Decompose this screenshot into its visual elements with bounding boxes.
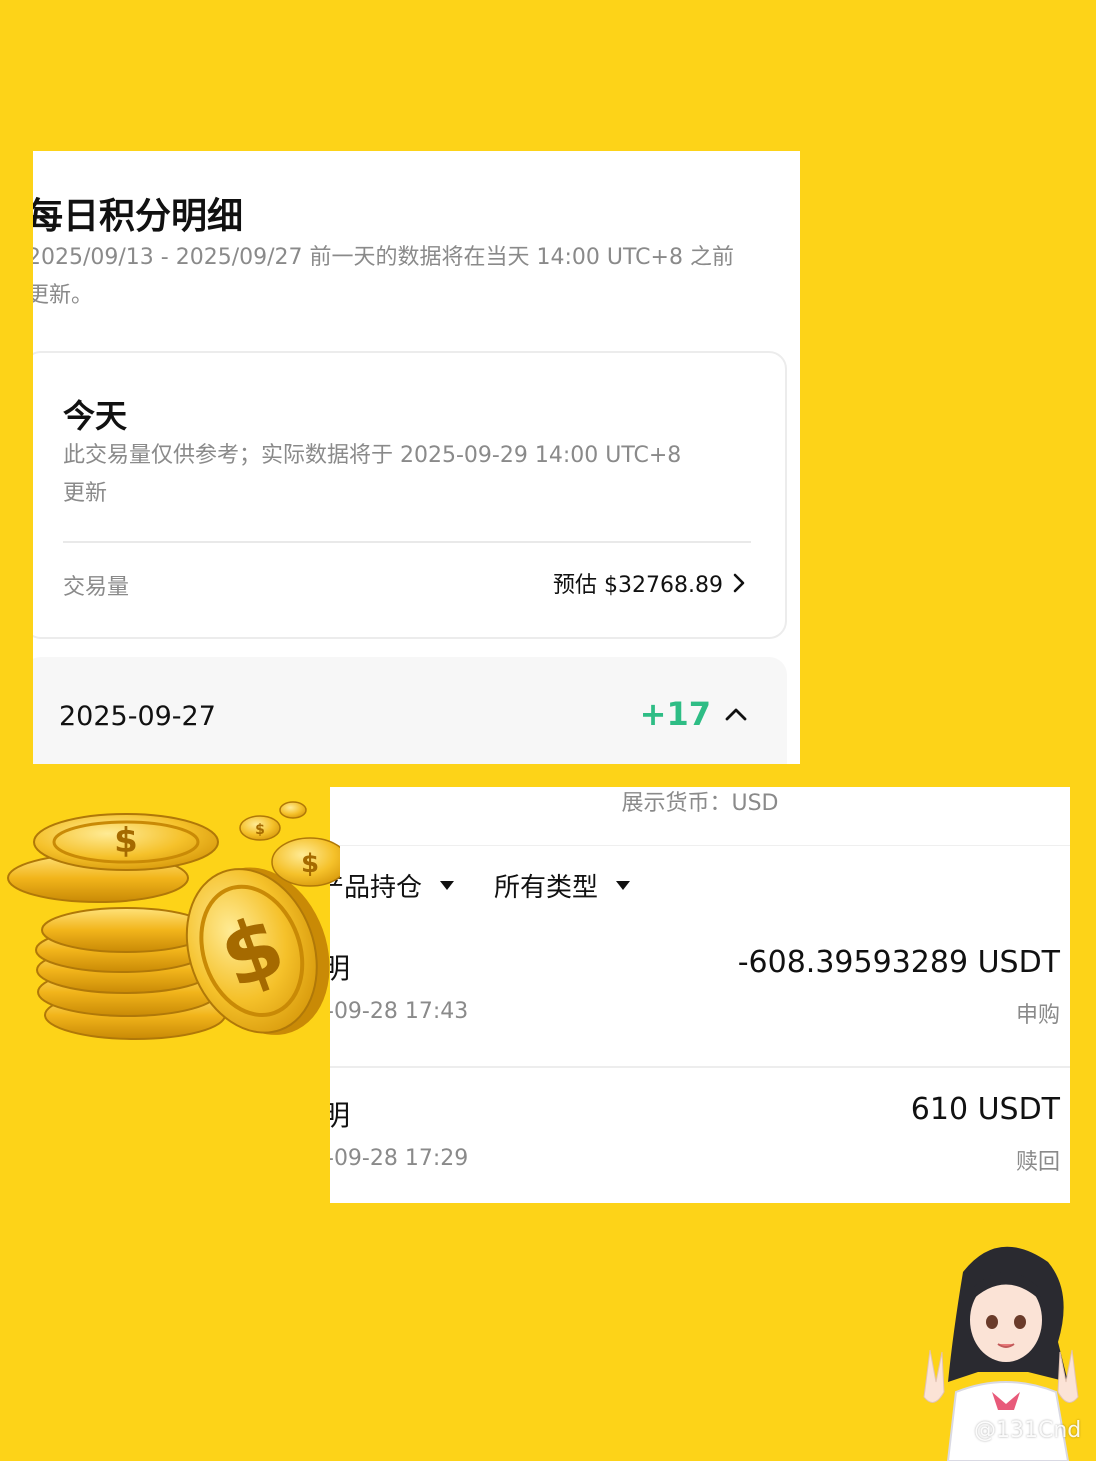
transaction-row[interactable]: 明 -09-28 17:29 610 USDT 赎回 [330,1076,1070,1203]
chevron-right-icon [733,573,745,593]
chevron-up-icon[interactable] [725,707,747,721]
divider [63,541,751,543]
today-note: 此交易量仅供参考；实际数据将于 2025-09-29 14:00 UTC+8 更… [63,437,763,513]
transactions-panel: 展示货币：USD 产品持仓 所有类型 明 -09-28 17:43 -608.3… [330,787,1070,1203]
filter-all-types[interactable]: 所有类型 [494,867,631,904]
transaction-amount: -608.39593289 USDT [737,945,1060,980]
dollar-sign-icon: $ [114,821,138,861]
transaction-title: 明 [330,1099,351,1132]
today-note-line2: 更新 [63,481,108,506]
watermark: @131Cnd [974,1418,1082,1443]
filter-product-holdings-label: 产品持仓 [330,872,423,903]
day-row-points-value: +17 [639,695,711,733]
volume-estimate-link[interactable]: 预估 $32768.89 [553,567,745,599]
day-row-collapsible[interactable]: 2025-09-27 +17 [33,657,787,764]
transaction-time: -09-28 17:43 [330,999,469,1024]
transaction-row[interactable]: 明 -09-28 17:43 -608.39593289 USDT 申购 [330,929,1070,1069]
today-card: 今天 此交易量仅供参考；实际数据将于 2025-09-29 14:00 UTC+… [33,351,787,639]
divider [330,1066,1070,1068]
date-range-note: 2025/09/13 - 2025/09/27 前一天的数据将在当天 14:00… [33,239,787,315]
filter-product-holdings[interactable]: 产品持仓 [330,867,455,904]
svg-text:$: $ [301,849,319,879]
today-title: 今天 [63,397,128,435]
caret-down-icon [616,880,631,890]
coin-stack-illustration: $ $ $ $ [7,801,340,1040]
svg-text:$: $ [255,822,265,838]
filter-row: 产品持仓 所有类型 [330,865,1070,905]
page-title: 每日积分明细 [33,196,244,237]
today-note-line1: 此交易量仅供参考；实际数据将于 2025-09-29 14:00 UTC+8 [63,443,682,468]
day-row-date: 2025-09-27 [59,701,216,732]
date-range-note-line1: 2025/09/13 - 2025/09/27 前一天的数据将在当天 14:00… [33,245,734,270]
daily-points-panel: 每日积分明细 2025/09/13 - 2025/09/27 前一天的数据将在当… [33,151,800,764]
transaction-time: -09-28 17:29 [330,1146,469,1171]
transaction-type: 赎回 [1015,1150,1060,1175]
day-row-points: +17 [640,695,747,733]
filter-all-types-label: 所有类型 [494,872,599,903]
transaction-type: 申购 [1015,1003,1060,1028]
display-currency[interactable]: 展示货币：USD [330,787,1070,846]
date-range-note-line2: 更新。 [33,283,94,308]
caret-down-icon [440,880,455,890]
volume-label: 交易量 [63,575,130,600]
transaction-amount: 610 USDT [910,1092,1060,1127]
volume-estimate-value: 预估 $32768.89 [553,573,723,598]
